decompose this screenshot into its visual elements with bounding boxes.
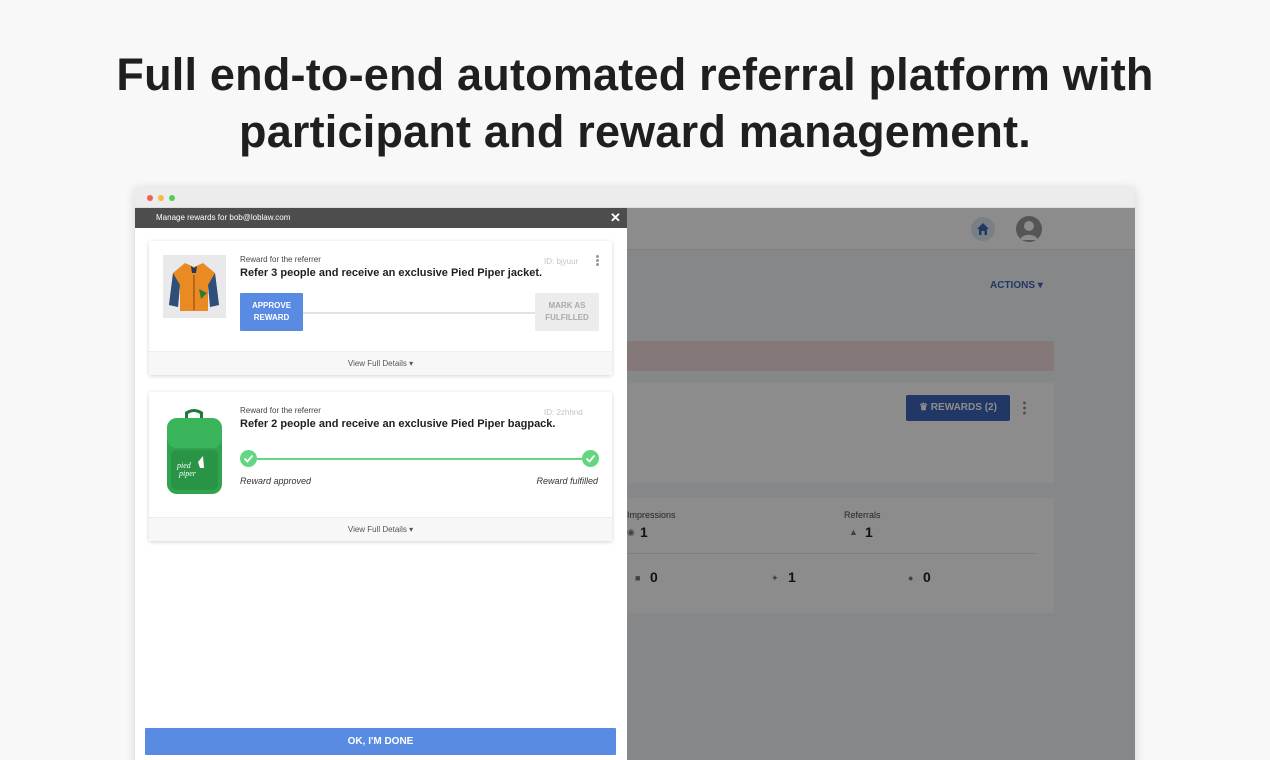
reward-id: ID: 2zhhnd (544, 408, 583, 417)
window-titlebar (135, 187, 1135, 208)
manage-rewards-modal: Manage rewards for bob@loblaw.com ✕ Rewa… (135, 208, 627, 760)
jacket-image (163, 255, 226, 318)
reward-title: Refer 2 people and receive an exclusive … (240, 418, 556, 430)
approve-reward-button[interactable]: APPROVE REWARD (240, 293, 303, 331)
reward-id: ID: bjyuur (544, 257, 579, 266)
close-icon[interactable]: ✕ (610, 210, 621, 226)
reward-kicker: Reward for the referrer (240, 255, 321, 264)
reward-card-backpack: pied piper Reward for the referrer ID: 2… (149, 392, 612, 541)
reward-title: Refer 3 people and receive an exclusive … (240, 267, 543, 279)
headline: Full end-to-end automated referral platf… (0, 46, 1270, 160)
headline-line-1: Full end-to-end automated referral platf… (116, 49, 1154, 100)
close-window-dot[interactable] (147, 195, 153, 201)
reward-approved-status: Reward approved (240, 476, 312, 486)
reward-progress-complete (257, 458, 591, 460)
fulfilled-check-icon (582, 450, 599, 467)
more-options-icon[interactable] (594, 255, 600, 269)
browser-window: ACTIONS ▾ ♛ REWARDS (2) Impressions ◉ 1 … (135, 187, 1135, 760)
modal-header: Manage rewards for bob@loblaw.com ✕ (135, 208, 627, 228)
view-full-details-link[interactable]: View Full Details ▾ (149, 351, 612, 375)
minimize-window-dot[interactable] (158, 195, 164, 201)
approve-reward-label: APPROVE REWARD (251, 301, 292, 322)
backpack-image: pied piper (163, 406, 226, 496)
headline-line-2: participant and reward management. (239, 106, 1031, 157)
reward-fulfilled-status: Reward fulfilled (536, 476, 598, 486)
modal-title: Manage rewards for bob@loblaw.com (156, 213, 291, 222)
mark-fulfilled-button[interactable]: MARK AS FULFILLED (535, 293, 599, 331)
reward-card-jacket: Reward for the referrer ID: bjyuur Refer… (149, 241, 612, 375)
approved-check-icon (240, 450, 257, 467)
view-full-details-link[interactable]: View Full Details ▾ (149, 517, 612, 541)
mark-fulfilled-label: MARK AS FULFILLED (545, 301, 589, 322)
done-button[interactable]: OK, I'M DONE (145, 728, 616, 755)
reward-progress-track (303, 312, 535, 314)
svg-text:piper: piper (178, 469, 197, 478)
reward-kicker: Reward for the referrer (240, 406, 321, 415)
maximize-window-dot[interactable] (169, 195, 175, 201)
